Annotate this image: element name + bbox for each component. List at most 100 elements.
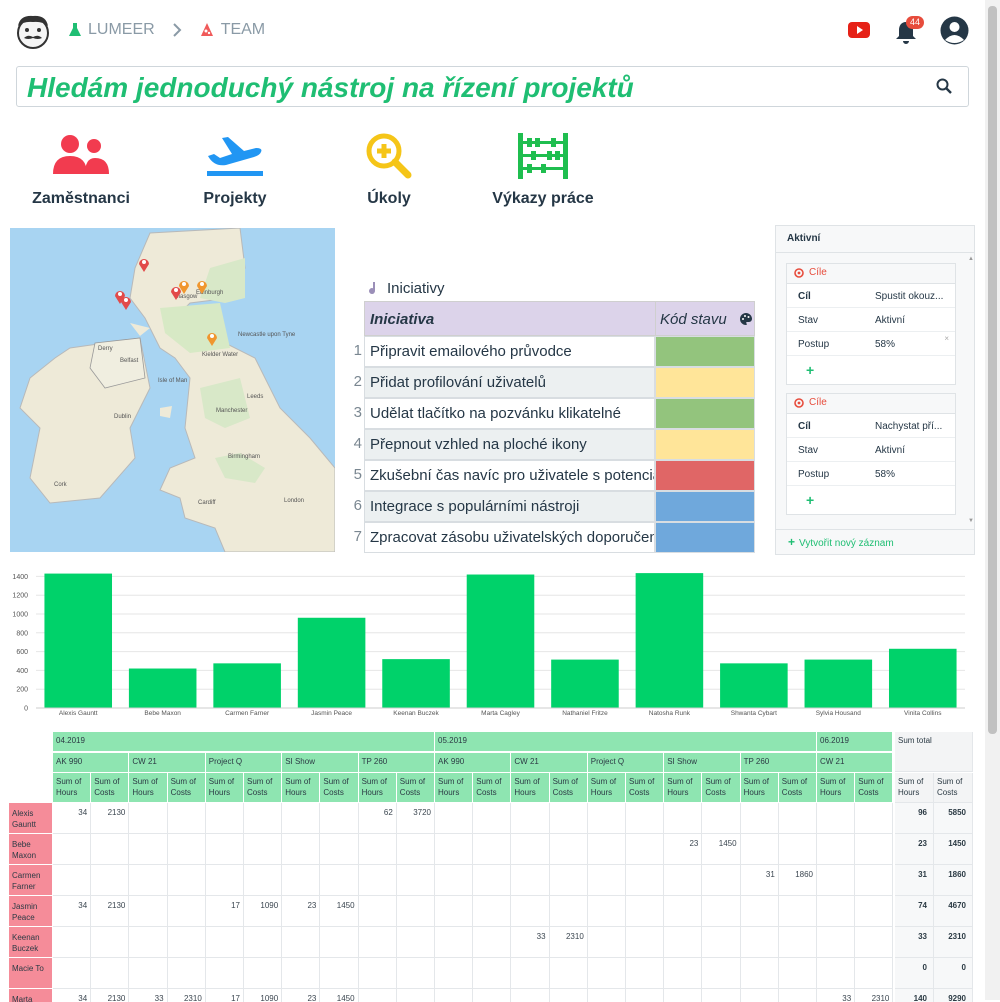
pivot-cell[interactable] — [396, 865, 435, 896]
pivot-cell[interactable]: 34 — [53, 896, 92, 927]
pivot-row-header[interactable]: Marta Cagley — [9, 989, 53, 1002]
status-code-cell[interactable] — [655, 429, 755, 460]
pivot-cell[interactable] — [549, 865, 588, 896]
pivot-cell[interactable] — [664, 958, 703, 989]
pivot-cell[interactable] — [587, 958, 626, 989]
pivot-cell[interactable] — [549, 958, 588, 989]
pivot-cell[interactable]: 2130 — [91, 896, 130, 927]
bar[interactable] — [297, 617, 366, 708]
pivot-cell[interactable] — [702, 927, 741, 958]
initiative-cell[interactable]: Přepnout vzhled na ploché ikony — [364, 429, 655, 460]
pivot-cell[interactable] — [473, 989, 512, 1002]
breadcrumb-org[interactable]: LUMEER — [88, 21, 155, 39]
pivot-cell[interactable] — [473, 865, 512, 896]
pivot-cell[interactable] — [588, 989, 626, 1002]
pivot-cell[interactable] — [205, 865, 244, 896]
pivot-cell[interactable] — [473, 927, 512, 958]
table-row[interactable]: 3 Udělat tlačítko na pozvánku klikatelné — [340, 398, 755, 429]
pivot-cell[interactable] — [53, 958, 92, 989]
pivot-cell[interactable] — [205, 803, 244, 834]
pivot-cell[interactable] — [129, 865, 168, 896]
pivot-cell[interactable]: 17 — [206, 989, 244, 1002]
pivot-cell[interactable] — [320, 803, 359, 834]
pivot-cell[interactable] — [740, 896, 779, 927]
pivot-cell[interactable] — [205, 834, 244, 865]
pivot-month-header[interactable]: 06.2019 — [817, 732, 894, 752]
pivot-cell[interactable] — [53, 865, 92, 896]
status-code-cell[interactable] — [655, 460, 755, 491]
initiative-cell[interactable]: Zkušební čas navíc pro uživatele s poten… — [364, 460, 655, 491]
pivot-cell[interactable] — [549, 803, 588, 834]
card-field-value[interactable]: 58% — [875, 339, 895, 350]
bar[interactable] — [551, 659, 619, 708]
bar[interactable] — [382, 659, 450, 708]
pivot-cell[interactable]: 1450 — [320, 989, 359, 1002]
pivot-cell[interactable] — [358, 896, 397, 927]
pivot-cell[interactable]: 33 — [817, 989, 856, 1002]
pivot-cell[interactable] — [740, 834, 779, 865]
pivot-cell[interactable] — [282, 834, 321, 865]
pivot-cell[interactable] — [664, 865, 703, 896]
pivot-cell[interactable] — [511, 834, 550, 865]
pivot-cell[interactable] — [550, 989, 588, 1002]
pivot-cell[interactable] — [473, 896, 512, 927]
pivot-cell[interactable] — [740, 803, 779, 834]
pivot-cell[interactable] — [855, 896, 894, 927]
kanban-card[interactable]: Cíle Cíl Nachystat pří... Stav Aktivní Pos… — [786, 393, 956, 515]
pivot-row-header[interactable]: Keenan Buczek — [9, 927, 53, 958]
map-marker[interactable] — [120, 294, 132, 315]
pivot-cell[interactable] — [817, 834, 856, 865]
pivot-cell[interactable]: 2130 — [91, 803, 130, 834]
column-scrollbar[interactable]: ▲ ▼ — [967, 256, 974, 524]
pivot-month-header[interactable]: 05.2019 — [435, 732, 817, 752]
pivot-cell[interactable] — [664, 989, 703, 1002]
pivot-cell[interactable] — [626, 958, 665, 989]
pivot-project-header[interactable]: Project Q — [587, 753, 665, 773]
bar[interactable] — [888, 648, 957, 708]
pivot-cell[interactable] — [167, 803, 206, 834]
pivot-cell[interactable] — [282, 865, 321, 896]
pivot-cell[interactable]: 3720 — [396, 803, 435, 834]
bar[interactable] — [635, 573, 704, 708]
pivot-cell[interactable] — [320, 927, 359, 958]
map-marker[interactable] — [138, 256, 150, 277]
pivot-cell[interactable] — [53, 834, 92, 865]
pivot-cell[interactable] — [53, 927, 92, 958]
pivot-project-header[interactable]: TP 260 — [740, 753, 817, 773]
pivot-cell[interactable] — [397, 989, 435, 1002]
pivot-cell[interactable] — [473, 834, 512, 865]
pivot-cell[interactable] — [435, 834, 474, 865]
user-account-icon[interactable] — [939, 15, 970, 51]
avatar-logo[interactable] — [14, 12, 52, 50]
pivot-cell[interactable] — [167, 896, 206, 927]
pivot-cell[interactable] — [778, 834, 817, 865]
pivot-cell[interactable] — [511, 958, 550, 989]
bar[interactable] — [720, 663, 788, 708]
tile-label-employees[interactable]: Zaměstnanci — [32, 190, 130, 208]
pivot-cell[interactable] — [817, 896, 856, 927]
pivot-cell[interactable] — [664, 896, 703, 927]
search-icon[interactable] — [936, 78, 952, 94]
pivot-cell[interactable] — [435, 803, 474, 834]
pivot-cell[interactable] — [740, 927, 779, 958]
pivot-project-header[interactable]: TP 260 — [358, 753, 435, 773]
pivot-row-header[interactable]: Alexis Gauntt — [9, 803, 53, 834]
table-row[interactable]: 5 Zkušební čas navíc pro uživatele s pote… — [340, 460, 755, 491]
pivot-cell[interactable] — [702, 865, 741, 896]
pivot-cell[interactable]: 34 — [53, 803, 92, 834]
initiative-cell[interactable]: Připravit emailového průvodce — [364, 336, 655, 367]
pivot-row-header[interactable]: Bebe Maxon — [9, 834, 53, 865]
pivot-cell[interactable] — [626, 927, 665, 958]
pivot-cell[interactable] — [244, 834, 283, 865]
pivot-cell[interactable]: 23 — [282, 896, 321, 927]
remove-icon[interactable]: × — [944, 334, 949, 343]
bar[interactable] — [128, 668, 197, 708]
youtube-icon[interactable] — [848, 22, 870, 43]
pivot-project-header[interactable]: Project Q — [205, 753, 283, 773]
pivot-cell[interactable] — [626, 865, 665, 896]
pivot-cell[interactable] — [129, 927, 168, 958]
table-row[interactable]: 4 Přepnout vzhled na ploché ikony — [340, 429, 755, 460]
pivot-cell[interactable] — [91, 834, 130, 865]
map-marker[interactable] — [178, 278, 190, 299]
status-code-cell[interactable] — [655, 491, 755, 522]
